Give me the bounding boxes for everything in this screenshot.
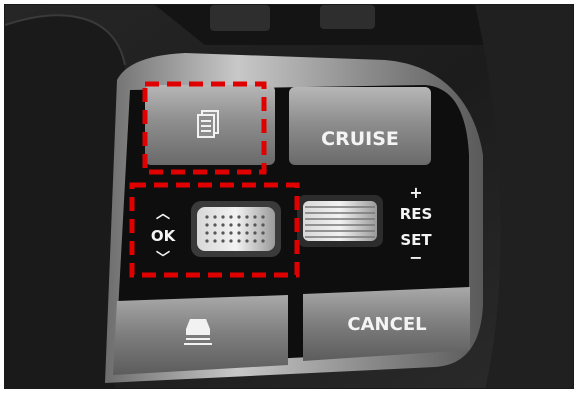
document-icon [197,110,219,138]
chevron-up-icon: ︿ [156,206,170,222]
res-label: RES [400,205,433,223]
set-label: SET [400,231,432,249]
cruise-label: CRUISE [321,128,399,150]
ok-label: OK [151,227,177,245]
chevron-down-icon: ﹀ [156,250,170,267]
res-plus-sign: + [409,183,422,202]
set-minus-sign: − [409,248,422,267]
cruise-button[interactable] [289,87,431,165]
cruise-thumbwheel[interactable] [297,195,383,247]
cancel-label: CANCEL [347,314,426,335]
ok-thumbwheel[interactable] [191,201,281,257]
steering-wheel-photo: CRUISE ︿ OK ﹀ + RES SET − CANCEL [4,4,574,389]
